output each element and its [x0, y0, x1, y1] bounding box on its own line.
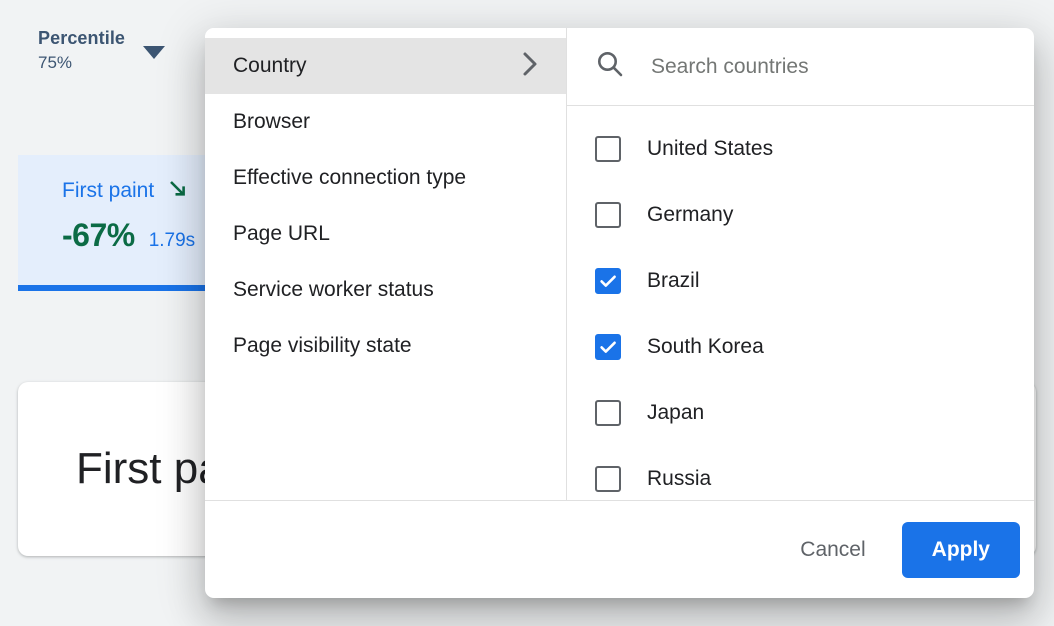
search-row: [567, 28, 1034, 106]
percentile-label: Percentile: [38, 26, 125, 50]
dimension-item-label: Page URL: [233, 220, 330, 248]
checkbox-unchecked-icon[interactable]: [595, 202, 621, 228]
dimension-item-page-url[interactable]: Page URL: [205, 206, 566, 262]
filter-dialog-footer: Cancel Apply: [205, 501, 1034, 598]
page-root: Percentile 75% First paint -67% 1.79s: [0, 0, 1054, 626]
checkbox-label: Japan: [647, 399, 704, 427]
list-item[interactable]: Brazil: [567, 248, 1034, 314]
list-item[interactable]: United States: [567, 116, 1034, 182]
apply-button[interactable]: Apply: [902, 522, 1020, 578]
search-input[interactable]: [649, 52, 1010, 82]
filter-dialog: Country Browser Effective connection typ…: [205, 28, 1034, 598]
checkbox-label: United States: [647, 135, 773, 163]
dimension-item-label: Browser: [233, 108, 310, 136]
dimension-item-service-worker-status[interactable]: Service worker status: [205, 262, 566, 318]
checkbox-checked-icon[interactable]: [595, 334, 621, 360]
checkbox-label: Russia: [647, 465, 711, 493]
country-checkbox-list: United States Germany Brazil: [567, 106, 1034, 500]
checkbox-unchecked-icon[interactable]: [595, 136, 621, 162]
dimension-item-label: Service worker status: [233, 276, 434, 304]
arrow-trending-down-icon: [168, 179, 188, 204]
triangle-down-icon[interactable]: [143, 46, 165, 65]
dimension-item-label: Page visibility state: [233, 332, 412, 360]
chevron-right-icon: [522, 51, 540, 82]
checkbox-label: South Korea: [647, 333, 764, 361]
checkbox-unchecked-icon[interactable]: [595, 466, 621, 492]
percentile-selector[interactable]: Percentile 75%: [38, 26, 165, 76]
filter-dialog-body: Country Browser Effective connection typ…: [205, 28, 1034, 501]
cancel-button[interactable]: Cancel: [780, 525, 885, 575]
dimension-item-country[interactable]: Country: [205, 38, 566, 94]
checkbox-label: Brazil: [647, 267, 700, 295]
country-value-pane: United States Germany Brazil: [567, 28, 1034, 500]
checkbox-label: Germany: [647, 201, 733, 229]
list-item[interactable]: Germany: [567, 182, 1034, 248]
metric-delta: -67%: [62, 217, 135, 254]
search-icon: [595, 49, 625, 84]
metric-tab-title: First paint: [62, 177, 154, 205]
dimension-item-effective-connection-type[interactable]: Effective connection type: [205, 150, 566, 206]
dimension-item-page-visibility-state[interactable]: Page visibility state: [205, 318, 566, 374]
list-item[interactable]: Japan: [567, 380, 1034, 446]
dimension-item-browser[interactable]: Browser: [205, 94, 566, 150]
dimension-item-label: Effective connection type: [233, 164, 466, 192]
checkbox-unchecked-icon[interactable]: [595, 400, 621, 426]
checkbox-checked-icon[interactable]: [595, 268, 621, 294]
percentile-text: Percentile 75%: [38, 26, 125, 76]
metric-absolute-value: 1.79s: [149, 230, 195, 252]
dimension-list: Country Browser Effective connection typ…: [205, 28, 567, 500]
list-item[interactable]: Russia: [567, 446, 1034, 500]
dimension-item-label: Country: [233, 52, 307, 80]
percentile-value: 75%: [38, 50, 125, 76]
list-item[interactable]: South Korea: [567, 314, 1034, 380]
